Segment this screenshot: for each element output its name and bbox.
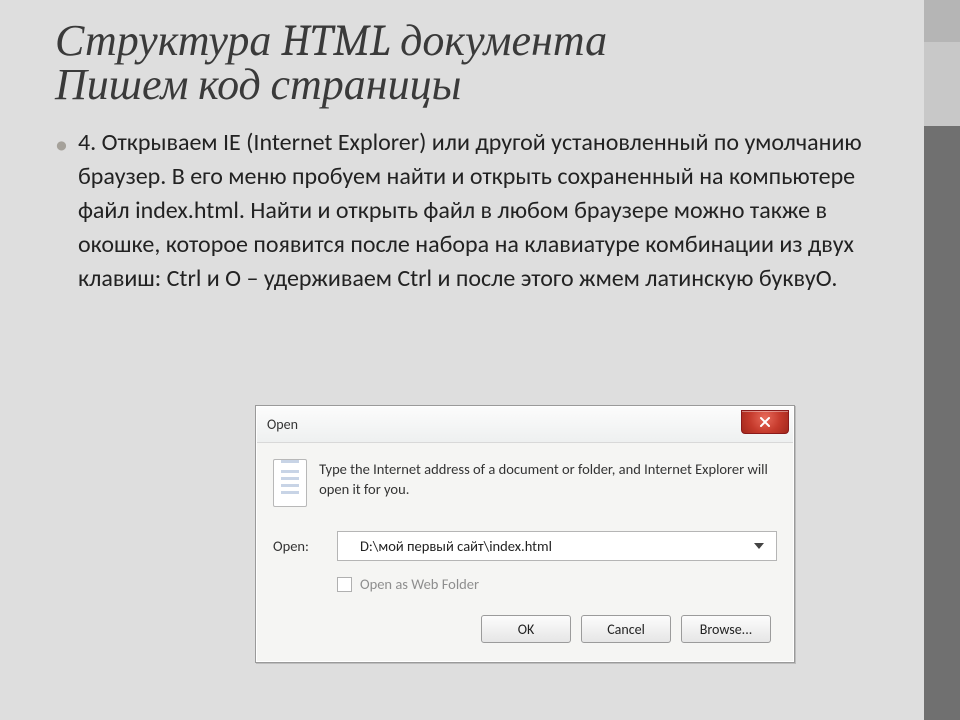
slide-title-line1: Структура HTML документа (55, 18, 884, 64)
dialog-titlebar: Open (257, 407, 793, 443)
dialog-title: Open (267, 410, 298, 433)
close-icon (759, 416, 771, 428)
cancel-button[interactable]: Cancel (581, 615, 671, 643)
slide-title-line2: Пишем код страницы (55, 62, 884, 108)
open-dialog: Open Type the Internet address of a docu… (255, 405, 795, 663)
document-icon (273, 459, 307, 507)
open-path-value: D:\мой первый сайт\index.html (360, 537, 552, 555)
webfolder-label: Open as Web Folder (360, 575, 479, 593)
close-button[interactable] (741, 410, 789, 434)
dialog-info-text: Type the Internet address of a document … (319, 459, 777, 499)
slide-accent-strip (924, 0, 960, 720)
bullet-text: 4. Открываем IE (Internet Explorer) или … (78, 126, 878, 296)
dialog-button-row: OK Cancel Browse... (273, 609, 777, 653)
open-path-combobox[interactable]: D:\мой первый сайт\index.html (337, 531, 777, 561)
bullet-marker-icon: • (55, 126, 68, 158)
ok-button[interactable]: OK (481, 615, 571, 643)
browse-button[interactable]: Browse... (681, 615, 771, 643)
bullet-item: • 4. Открываем IE (Internet Explorer) ил… (55, 126, 884, 296)
open-label: Open: (273, 537, 319, 555)
chevron-down-icon (754, 543, 764, 549)
webfolder-checkbox[interactable] (337, 577, 352, 592)
